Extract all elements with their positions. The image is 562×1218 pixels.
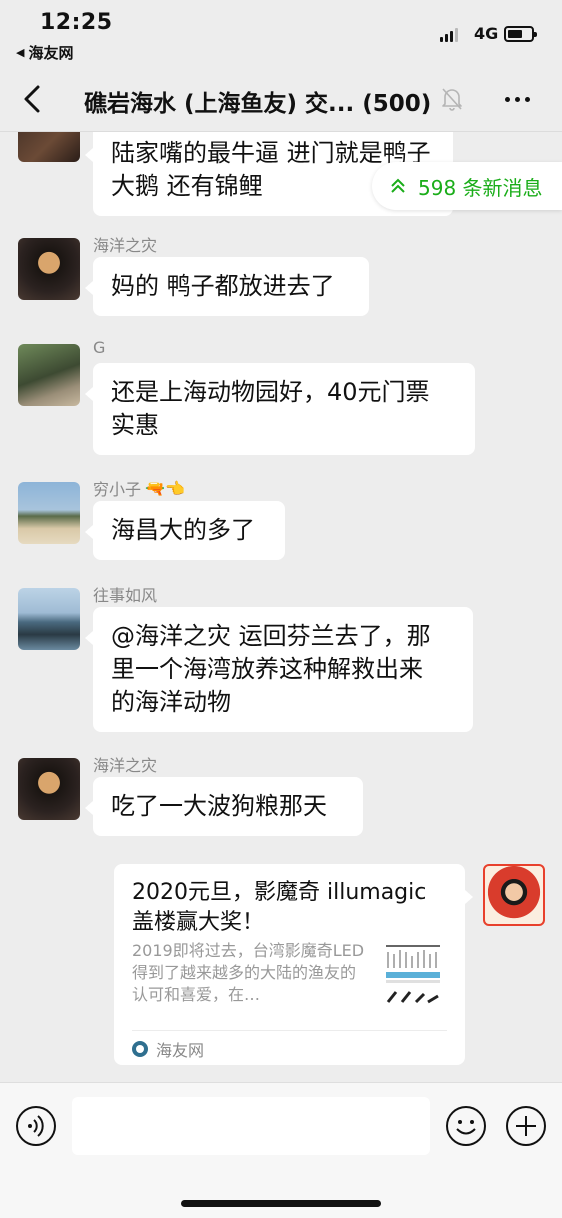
avatar[interactable]	[18, 482, 80, 544]
message-bubble[interactable]: 海昌大的多了	[85, 501, 285, 560]
sender-name: G	[93, 338, 106, 357]
message-bubble[interactable]: 吃了一大波狗粮那天	[85, 777, 363, 836]
new-messages-label: 598 条新消息	[418, 175, 543, 200]
input-bar	[0, 1082, 562, 1218]
link-card-divider	[132, 1030, 447, 1031]
source-logo-icon	[132, 1041, 148, 1057]
avatar[interactable]	[18, 758, 80, 820]
link-card-description: 2019即将过去，台湾影魔奇LED得到了越来越多的大陆的渔友的认可和喜爱，在…	[132, 941, 365, 1004]
back-arrow-icon[interactable]	[18, 84, 48, 114]
avatar[interactable]	[18, 132, 80, 162]
voice-input-icon[interactable]	[15, 1105, 57, 1147]
new-messages-button[interactable]: 598 条新消息	[372, 162, 562, 210]
message-text: @海洋之灾 运回芬兰去了，那	[111, 622, 431, 650]
message-text: 还是上海动物园好，40元门票	[111, 378, 430, 406]
sender-name: 往事如风	[93, 586, 158, 605]
sender-emoji: 🔫👈	[145, 478, 185, 498]
my-avatar[interactable]	[483, 864, 545, 926]
back-to-app-link[interactable]: ◀ 海友网	[16, 42, 73, 63]
more-options-icon[interactable]	[505, 97, 530, 102]
message-list[interactable]: 陆家嘴的最牛逼 进门就是鸭子 大鹅 还有锦鲤 598 条新消息 海洋之灾 妈的 …	[0, 132, 562, 1082]
back-app-label: 海友网	[28, 44, 74, 62]
message-bubble[interactable]: @海洋之灾 运回芬兰去了，那 里一个海湾放养这种解救出来 的海洋动物	[85, 607, 473, 732]
avatar[interactable]	[18, 344, 80, 406]
message-bubble[interactable]: 还是上海动物园好，40元门票 实惠	[85, 363, 475, 455]
link-card-source: 海友网	[132, 1037, 204, 1061]
message-text: 的海洋动物	[111, 688, 231, 716]
message-input[interactable]	[72, 1097, 430, 1155]
network-type: 4G	[474, 24, 499, 43]
double-chevron-up-icon	[391, 178, 405, 193]
message-text: 吃了一大波狗粮那天	[111, 792, 327, 820]
message-text: 妈的 鸭子都放进去了	[111, 272, 335, 300]
link-card-source-name: 海友网	[156, 1041, 205, 1060]
sender-name-row: 穷小子 🔫👈	[93, 476, 185, 500]
avatar[interactable]	[18, 238, 80, 300]
muted-bell-icon	[442, 88, 462, 111]
home-indicator[interactable]	[181, 1200, 381, 1207]
sender-name: 海洋之灾	[93, 756, 158, 775]
link-card-thumbnail	[380, 940, 446, 1012]
message-bubble[interactable]: 妈的 鸭子都放进去了	[85, 257, 369, 316]
back-triangle-icon: ◀	[16, 46, 25, 59]
status-time: 12:25	[40, 10, 113, 35]
emoji-icon[interactable]	[445, 1105, 487, 1147]
chat-header: 礁岩海水 (上海鱼友) 交... (500)	[0, 66, 562, 132]
message-text: 里一个海湾放养这种解救出来	[111, 655, 423, 683]
status-bar: 12:25 ◀ 海友网 4G	[0, 0, 562, 66]
sender-name: 海洋之灾	[93, 236, 158, 255]
signal-strength-icon	[440, 26, 458, 42]
more-functions-plus-icon[interactable]	[505, 1105, 547, 1147]
link-card-message[interactable]: 2020元旦，影魔奇 illumagic 盖楼赢大奖！ 2019即将过去，台湾影…	[114, 864, 473, 1065]
link-card-title: 2020元旦，影魔奇 illumagic 盖楼赢大奖！	[132, 880, 427, 935]
avatar[interactable]	[18, 588, 80, 650]
message-text: 海昌大的多了	[111, 516, 255, 544]
battery-icon	[504, 26, 537, 42]
sender-name: 穷小子	[93, 480, 142, 499]
chat-title: 礁岩海水 (上海鱼友) 交... (500)	[84, 91, 432, 117]
message-text: 实惠	[111, 411, 159, 439]
